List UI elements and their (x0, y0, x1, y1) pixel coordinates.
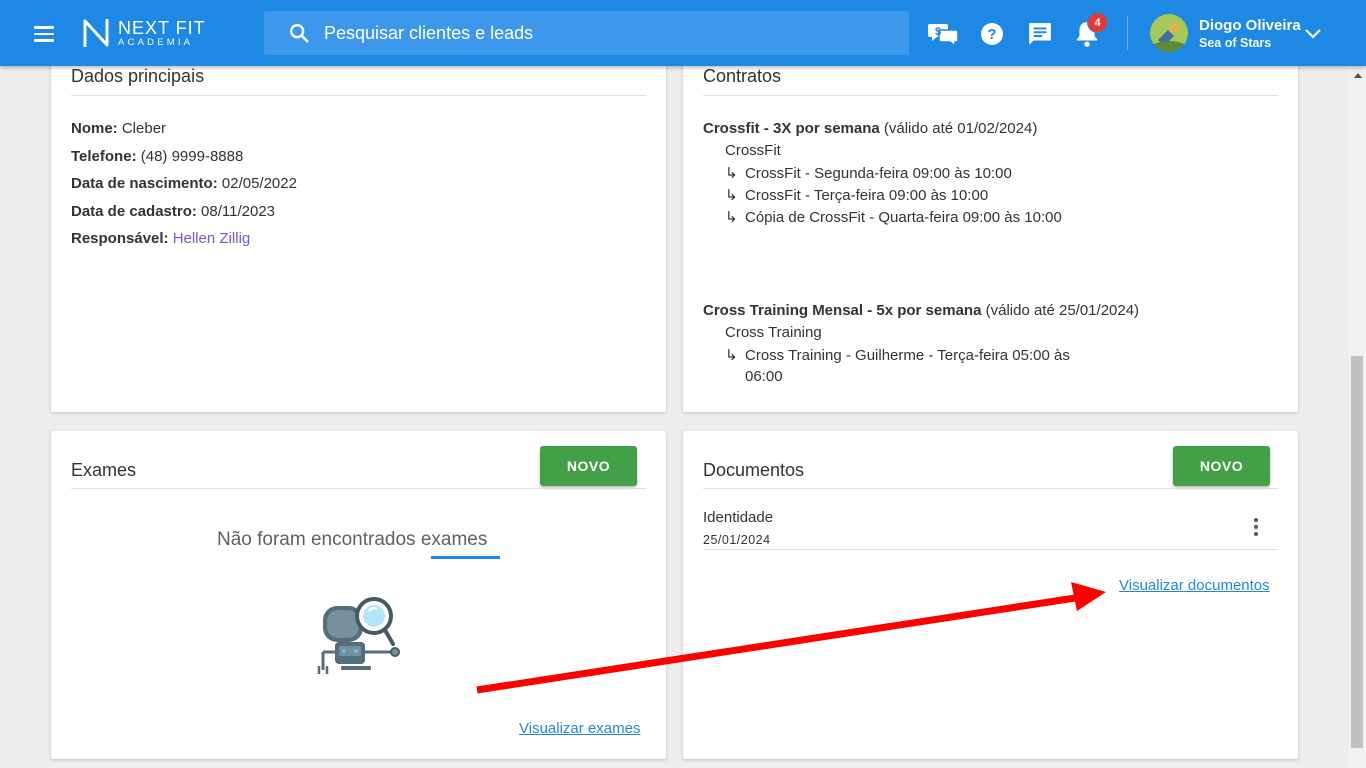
search-input[interactable] (324, 22, 884, 44)
contract-modality: CrossFit (725, 142, 781, 159)
help-icon[interactable]: ? (976, 18, 1008, 50)
subdirectory-arrow-icon: ↳ (725, 209, 738, 226)
empty-state-underline (431, 556, 500, 559)
avatar[interactable] (1150, 14, 1188, 52)
search-bar[interactable] (264, 11, 909, 55)
contract-class-continued: 06:00 (745, 368, 783, 385)
scrollbar[interactable] (1349, 66, 1366, 768)
topbar-divider (1127, 16, 1128, 50)
contract-class: ↳ CrossFit - Segunda-feira 09:00 às 10:00 (725, 165, 1012, 182)
documentos-card: Documentos NOVO Identidade 25/01/2024 Vi… (683, 431, 1298, 759)
documentos-title: Documentos (703, 460, 805, 480)
exames-title: Exames (71, 460, 137, 480)
subdirectory-arrow-icon: ↳ (725, 347, 738, 364)
logo-title: NEXT FIT (118, 17, 206, 38)
document-row-divider (703, 549, 1278, 550)
more-vert-icon[interactable] (1244, 512, 1268, 542)
field-responsavel: Responsável: Hellen Zillig (71, 230, 251, 247)
view-exams-link[interactable]: Visualizar exames (519, 720, 640, 737)
field-data-cadastro: Data de cadastro: 08/11/2023 (71, 203, 276, 220)
contract-class: ↳ Cross Training - Guilherme - Terça-feir… (725, 347, 1070, 364)
new-exam-button[interactable]: NOVO (540, 446, 637, 486)
scroll-up-arrow-icon[interactable] (1349, 66, 1366, 83)
new-document-button[interactable]: NOVO (1173, 446, 1270, 486)
field-telefone: Telefone: (48) 9999-8888 (71, 148, 244, 165)
card-divider (703, 95, 1278, 96)
subdirectory-arrow-icon: ↳ (725, 187, 738, 204)
menu-icon[interactable] (28, 22, 60, 46)
card-divider (703, 488, 1278, 489)
user-unit: Sea of Stars (1199, 36, 1272, 50)
view-documents-link[interactable]: Visualizar documentos (1119, 577, 1270, 594)
document-name[interactable]: Identidade (703, 509, 773, 526)
dados-principais-card: Dados principais Nome: Cleber Telefone: … (51, 50, 666, 412)
scroll-thumb[interactable] (1351, 356, 1363, 748)
robot-magnifier-icon (317, 597, 400, 674)
svg-text:?: ? (987, 26, 996, 43)
search-icon (290, 24, 309, 43)
top-app-bar: NEXT FIT ACADEMIA $ ? (0, 0, 1366, 66)
field-data-nascimento: Data de nascimento: 02/05/2022 (71, 175, 297, 192)
next-fit-logo-icon (83, 19, 109, 47)
exames-card: Exames NOVO Não foram encontrados exames… (51, 431, 666, 759)
logo-subtitle: ACADEMIA (118, 36, 194, 48)
dados-principais-title: Dados principais (71, 66, 205, 86)
contratos-title: Contratos (703, 66, 782, 86)
contract-class: ↳ Cópia de CrossFit - Quarta-feira 09:00 … (725, 209, 1062, 226)
message-icon[interactable] (1024, 18, 1056, 50)
document-date: 25/01/2024 (703, 533, 771, 547)
card-divider (71, 488, 646, 489)
app-logo[interactable]: NEXT FIT ACADEMIA (82, 16, 206, 50)
contratos-card: Contratos Crossfit - 3X por semana (váli… (683, 50, 1298, 412)
field-nome: Nome: Cleber (71, 120, 167, 137)
chevron-down-icon[interactable] (1304, 26, 1322, 40)
contract-header: Cross Training Mensal - 5x por semana (v… (703, 302, 1140, 319)
card-divider (71, 95, 646, 96)
notification-badge: 4 (1087, 12, 1108, 33)
financial-chat-icon[interactable]: $ (928, 18, 960, 50)
subdirectory-arrow-icon: ↳ (725, 165, 738, 182)
contract-class: ↳ CrossFit - Terça-feira 09:00 às 10:00 (725, 187, 989, 204)
contract-header: Crossfit - 3X por semana (válido até 01/… (703, 120, 1038, 137)
empty-state-text: Não foram encontrados exames (217, 529, 488, 550)
user-name[interactable]: Diogo Oliveira (1199, 17, 1301, 34)
responsavel-link[interactable]: Hellen Zillig (173, 230, 251, 247)
svg-text:$: $ (935, 26, 941, 38)
contract-modality: Cross Training (725, 324, 822, 341)
